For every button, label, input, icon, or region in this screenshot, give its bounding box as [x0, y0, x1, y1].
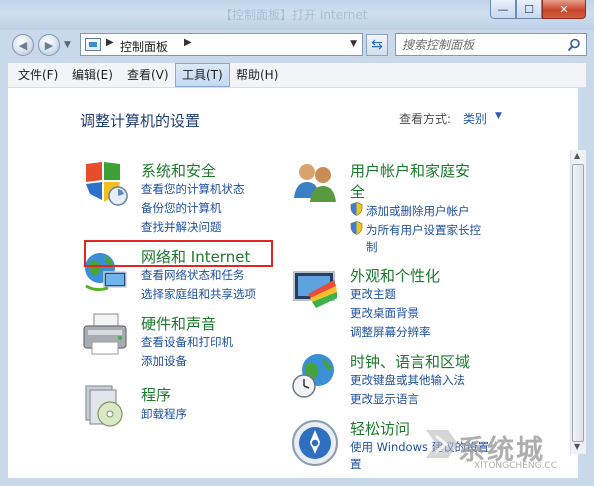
link-recommended-settings-cont[interactable]: 置 — [350, 456, 362, 472]
breadcrumb-separator-icon[interactable]: ▶ — [106, 37, 114, 48]
vertical-scrollbar[interactable]: ▲ ▼ — [570, 150, 586, 454]
link-adjust-resolution[interactable]: 调整屏幕分辨率 — [350, 324, 431, 340]
category-title-user-accounts-cont[interactable]: 全 — [350, 181, 365, 202]
link-add-remove-accounts[interactable]: 添加或删除用户帐户 — [366, 203, 470, 219]
category-title-ease-of-access[interactable]: 轻松访问 — [350, 418, 410, 439]
system-security-icon[interactable] — [80, 158, 130, 208]
scrollbar-thumb[interactable] — [572, 164, 584, 442]
ease-of-access-icon[interactable] — [290, 418, 340, 468]
menu-view[interactable]: 查看(V) — [121, 63, 175, 87]
search-icon[interactable] — [567, 38, 581, 52]
caption-buttons: — ☐ ✕ — [490, 0, 586, 20]
search-box[interactable] — [395, 33, 587, 56]
link-troubleshoot[interactable]: 查找并解决问题 — [141, 219, 222, 235]
page-title: 调整计算机的设置 — [80, 112, 201, 130]
user-accounts-icon[interactable] — [290, 158, 340, 208]
appearance-icon[interactable] — [290, 264, 340, 314]
category-title-clock-language-region[interactable]: 时钟、语言和区域 — [350, 351, 470, 372]
close-button[interactable]: ✕ — [542, 0, 586, 19]
title-bar: 【控制面板】打开 Internet — ☐ ✕ — [0, 0, 594, 30]
uac-shield-icon — [350, 202, 363, 216]
address-bar[interactable]: ▶ 控制面板 ▶ ▼ — [80, 33, 363, 56]
window-title: 【控制面板】打开 Internet — [220, 8, 368, 22]
search-input[interactable] — [402, 36, 562, 53]
breadcrumb-separator-icon[interactable]: ▶ — [184, 37, 192, 48]
breadcrumb-control-panel[interactable]: 控制面板 — [120, 38, 168, 55]
recent-pages-dropdown[interactable]: ▼ — [64, 40, 71, 50]
link-change-theme[interactable]: 更改主题 — [350, 286, 396, 302]
navigation-bar: ◀ ▶ ▼ ▶ 控制面板 ▶ ▼ ⇆ — [0, 30, 594, 62]
link-change-keyboard[interactable]: 更改键盘或其他输入法 — [350, 372, 465, 388]
watermark-url: XITONGCHENG.CC — [474, 461, 557, 471]
link-backup-computer[interactable]: 备份您的计算机 — [141, 200, 222, 216]
refresh-icon: ⇆ — [371, 37, 383, 53]
category-title-system-security[interactable]: 系统和安全 — [141, 160, 216, 181]
back-button[interactable]: ◀ — [12, 34, 34, 56]
view-by-dropdown[interactable]: 类别 — [463, 110, 487, 127]
back-arrow-icon: ◀ — [18, 38, 28, 52]
minimize-button[interactable]: — — [490, 0, 516, 19]
scroll-up-icon[interactable]: ▲ — [574, 151, 580, 160]
clock-language-region-icon[interactable] — [290, 350, 340, 400]
link-add-device[interactable]: 添加设备 — [141, 353, 187, 369]
menu-help[interactable]: 帮助(H) — [230, 63, 284, 87]
link-devices-printers[interactable]: 查看设备和打印机 — [141, 334, 233, 350]
programs-icon[interactable] — [80, 380, 130, 430]
link-change-display-language[interactable]: 更改显示语言 — [350, 391, 419, 407]
category-title-hardware-sound[interactable]: 硬件和声音 — [141, 313, 216, 334]
highlight-box — [84, 240, 273, 267]
window-bottom-frame — [0, 478, 594, 486]
link-change-background[interactable]: 更改桌面背景 — [350, 305, 419, 321]
category-title-user-accounts[interactable]: 用户帐户和家庭安 — [350, 160, 470, 181]
link-homegroup-sharing[interactable]: 选择家庭组和共享选项 — [141, 286, 256, 302]
link-view-computer-status[interactable]: 查看您的计算机状态 — [141, 181, 245, 197]
menu-bar: 文件(F) 编辑(E) 查看(V) 工具(T) 帮助(H) — [8, 63, 586, 88]
link-parental-controls-cont[interactable]: 制 — [366, 239, 378, 255]
menu-edit[interactable]: 编辑(E) — [66, 63, 119, 87]
link-parental-controls[interactable]: 为所有用户设置家长控 — [366, 222, 481, 238]
menu-file[interactable]: 文件(F) — [12, 63, 64, 87]
view-by-label: 查看方式: — [399, 112, 452, 126]
address-dropdown-icon[interactable]: ▼ — [350, 39, 357, 49]
category-title-appearance[interactable]: 外观和个性化 — [350, 265, 440, 286]
maximize-button[interactable]: ☐ — [516, 0, 542, 19]
hardware-sound-icon[interactable] — [80, 310, 130, 360]
forward-button[interactable]: ▶ — [38, 34, 60, 56]
link-uninstall-program[interactable]: 卸载程序 — [141, 406, 187, 422]
uac-shield-icon — [350, 221, 363, 235]
control-panel-icon — [85, 38, 101, 51]
view-by-dropdown-arrow-icon[interactable]: ▼ — [495, 111, 502, 121]
refresh-button[interactable]: ⇆ — [366, 34, 388, 56]
category-title-programs[interactable]: 程序 — [141, 384, 171, 405]
link-network-status[interactable]: 查看网络状态和任务 — [141, 267, 245, 283]
forward-arrow-icon: ▶ — [44, 38, 54, 52]
menu-tools[interactable]: 工具(T) — [175, 63, 230, 87]
